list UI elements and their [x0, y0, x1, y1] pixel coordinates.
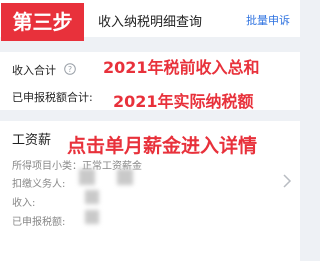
- step-badge: 第三步: [1, 3, 84, 41]
- chevron-right-icon[interactable]: [282, 173, 292, 189]
- redacted-value: [85, 190, 99, 204]
- redacted-value: [85, 210, 99, 224]
- withholding-agent-label: 扣缴义务人:: [12, 179, 66, 190]
- redacted-value: [79, 169, 95, 185]
- income-total-label: 收入合计: [12, 64, 56, 77]
- svg-text:?: ?: [68, 65, 72, 74]
- salary-title: 工资薪: [12, 133, 52, 148]
- tax-annotation: 2021年实际纳税额: [113, 92, 254, 111]
- income-annotation: 2021年税前收入总和: [103, 58, 260, 77]
- income-label: 收入:: [12, 198, 36, 209]
- help-icon[interactable]: ?: [64, 63, 76, 75]
- declared-tax-label: 已申报税额:: [12, 217, 66, 228]
- tax-total-label: 已申报税额合计:: [12, 91, 93, 104]
- redacted-value: [117, 169, 133, 185]
- batch-appeal-link[interactable]: 批量申诉: [246, 12, 290, 28]
- detail-annotation: 点击单月薪金进入详情: [67, 135, 258, 157]
